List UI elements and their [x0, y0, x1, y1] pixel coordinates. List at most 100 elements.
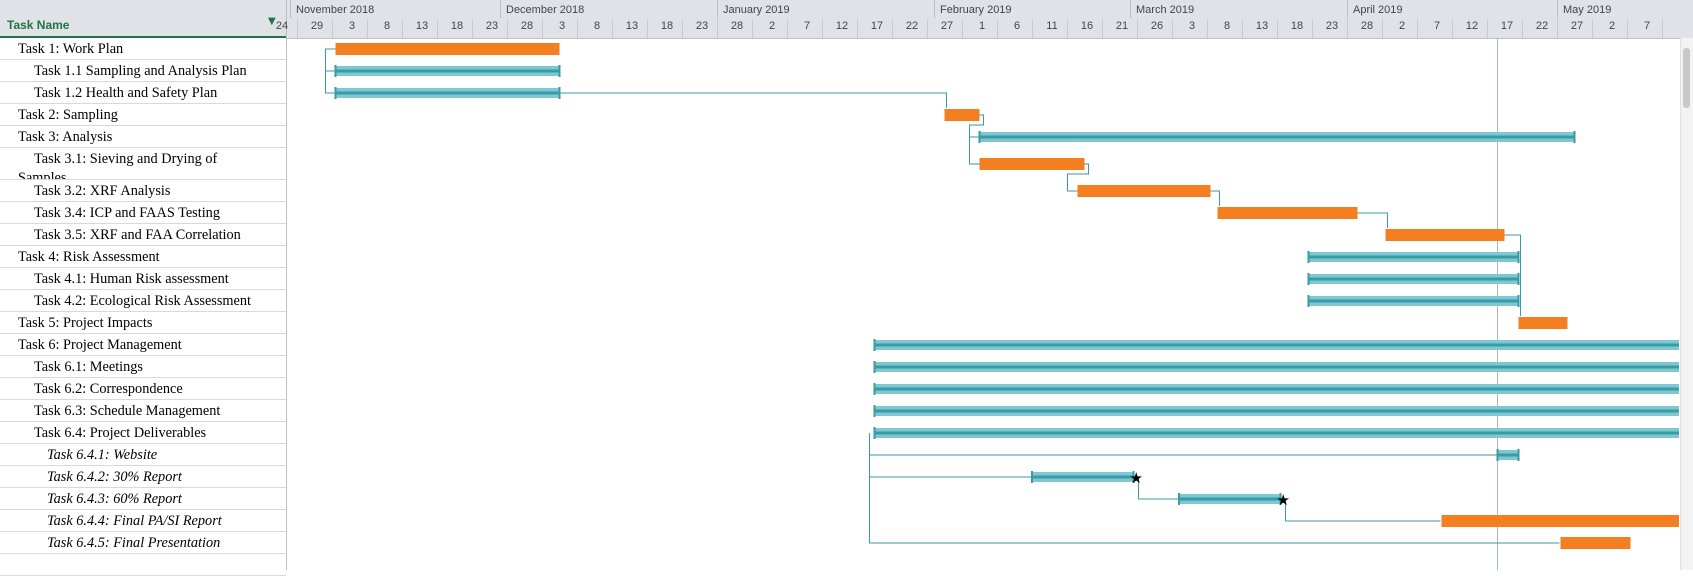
day-divider	[1347, 19, 1348, 38]
task-bar-end-cap[interactable]	[558, 87, 561, 99]
task-row[interactable]: Task 6.4: Project Deliverables	[0, 422, 286, 444]
task-bar-progress[interactable]	[874, 409, 1680, 413]
task-row[interactable]: Task 4: Risk Assessment	[0, 246, 286, 268]
task-bar-start-cap[interactable]	[1178, 493, 1180, 505]
day-divider	[1382, 19, 1383, 38]
day-label: 11	[1046, 20, 1058, 32]
task-name: Task 6.3: Schedule Management	[34, 403, 221, 419]
milestone-star-icon: ★	[1130, 469, 1143, 487]
task-bar-end-cap[interactable]	[1517, 273, 1520, 285]
task-row[interactable]: Task 6.1: Meetings	[0, 356, 286, 378]
task-bar-end-cap[interactable]	[1573, 131, 1576, 143]
task-row[interactable]: Task 4.2: Ecological Risk Assessment	[0, 290, 286, 312]
task-row[interactable]: Task 1.2 Health and Safety Plan	[0, 82, 286, 104]
task-bar-start-cap[interactable]	[1307, 273, 1310, 285]
summary-bar[interactable]	[1077, 185, 1211, 197]
vertical-scrollbar[interactable]	[1680, 38, 1693, 570]
task-bar-end-cap[interactable]	[1517, 251, 1520, 263]
task-bar-progress[interactable]	[1308, 277, 1519, 281]
task-row[interactable]: Task 3.4: ICP and FAAS Testing	[0, 202, 286, 224]
day-label: 29	[310, 20, 324, 32]
task-row[interactable]: Task 1: Work Plan	[0, 38, 286, 60]
task-bar-start-cap[interactable]	[873, 361, 876, 373]
empty-row	[0, 554, 286, 576]
task-bar-progress[interactable]	[1497, 453, 1519, 457]
task-row[interactable]: Task 3.5: XRF and FAA Correlation	[0, 224, 286, 246]
task-name: Task 4: Risk Assessment	[18, 249, 160, 265]
task-name-column: Task Name ▼ Task 1: Work Plan Task 1.1 Sa…	[0, 0, 287, 576]
task-bar-progress[interactable]	[874, 431, 1680, 435]
day-label: 22	[1535, 20, 1549, 32]
task-row[interactable]: Task 6.2: Correspondence	[0, 378, 286, 400]
task-bar-start-cap[interactable]	[873, 339, 876, 351]
day-label: 18	[450, 20, 464, 32]
task-row[interactable]: Task 2: Sampling	[0, 104, 286, 126]
day-divider	[1452, 19, 1453, 38]
day-divider	[577, 19, 578, 38]
task-row[interactable]: Task 5: Project Impacts	[0, 312, 286, 334]
task-row[interactable]: Task 3.2: XRF Analysis	[0, 180, 286, 202]
task-name: Task 1.1 Sampling and Analysis Plan	[34, 63, 247, 79]
task-bar-start-cap[interactable]	[1307, 251, 1310, 263]
summary-bar[interactable]	[944, 109, 980, 121]
task-row[interactable]: Task 6.4.4: Final PA/SI Report	[0, 510, 286, 532]
task-name: Task 3.2: XRF Analysis	[34, 183, 171, 199]
summary-bar[interactable]	[1385, 229, 1505, 241]
day-divider	[1102, 19, 1103, 38]
task-bar-start-cap[interactable]	[873, 405, 876, 417]
task-row[interactable]: Task 6.4.5: Final Presentation	[0, 532, 286, 554]
day-divider	[822, 19, 823, 38]
task-row[interactable]: Task 4.1: Human Risk assessment	[0, 268, 286, 290]
task-bar-start-cap[interactable]	[334, 65, 337, 77]
summary-bar[interactable]	[1217, 207, 1358, 219]
day-label: 28	[1360, 20, 1374, 32]
task-row[interactable]: Task 6.3: Schedule Management	[0, 400, 286, 422]
day-label: 16	[1080, 20, 1094, 32]
task-bar-progress[interactable]	[1032, 475, 1134, 479]
task-bar-progress[interactable]	[874, 365, 1680, 369]
summary-bar[interactable]	[1441, 515, 1680, 527]
task-name: Task 6.4: Project Deliverables	[34, 425, 207, 441]
task-name: Task 6.4.1: Website	[47, 447, 158, 463]
summary-bar[interactable]	[1560, 537, 1631, 549]
scrollbar-thumb[interactable]	[1683, 48, 1690, 108]
dependency-link	[1210, 190, 1220, 206]
summary-bar[interactable]	[1518, 317, 1568, 329]
task-bar-progress[interactable]	[1308, 255, 1519, 259]
task-bar-start-cap[interactable]	[873, 427, 876, 439]
task-bar-start-cap[interactable]	[334, 87, 337, 99]
day-divider	[1137, 19, 1138, 38]
task-bar-progress[interactable]	[1179, 497, 1281, 501]
summary-bar[interactable]	[335, 43, 560, 55]
task-name: Task 3.1: Sieving and Drying of Samples	[18, 151, 218, 180]
task-bar-end-cap[interactable]	[558, 65, 561, 77]
task-name-column-header[interactable]: Task Name ▼	[0, 0, 286, 38]
task-row[interactable]: Task 6: Project Management	[0, 334, 286, 356]
task-name: Task 3.4: ICP and FAAS Testing	[34, 205, 220, 221]
task-bar-progress[interactable]	[1308, 299, 1519, 303]
task-row[interactable]: Task 6.4.1: Website	[0, 444, 286, 466]
task-bar-progress[interactable]	[979, 135, 1575, 139]
task-row[interactable]: Task 3.1: Sieving and Drying of Samples	[0, 148, 286, 180]
task-row[interactable]: Task 3: Analysis	[0, 126, 286, 148]
task-bar-start-cap[interactable]	[1031, 471, 1033, 483]
day-label: 13	[1255, 20, 1269, 32]
task-bar-progress[interactable]	[335, 69, 560, 73]
task-row[interactable]: Task 1.1 Sampling and Analysis Plan	[0, 60, 286, 82]
task-bar-end-cap[interactable]	[1517, 295, 1520, 307]
month-divider	[1557, 0, 1558, 18]
task-bar-start-cap[interactable]	[978, 131, 981, 143]
day-label: 1	[978, 20, 986, 32]
task-bar-start-cap[interactable]	[1307, 295, 1310, 307]
task-row[interactable]: Task 6.4.3: 60% Report	[0, 488, 286, 510]
task-bar-progress[interactable]	[335, 91, 560, 95]
task-bar-start-cap[interactable]	[873, 383, 876, 395]
task-bar-start-cap[interactable]	[1496, 449, 1499, 461]
task-bar-progress[interactable]	[874, 343, 1680, 347]
summary-bar[interactable]	[979, 158, 1085, 170]
task-bar-progress[interactable]	[874, 387, 1680, 391]
task-row[interactable]: Task 6.4.2: 30% Report	[0, 466, 286, 488]
task-bar-end-cap[interactable]	[1517, 449, 1520, 461]
day-label: 2	[1398, 20, 1406, 32]
month-divider	[500, 0, 501, 18]
